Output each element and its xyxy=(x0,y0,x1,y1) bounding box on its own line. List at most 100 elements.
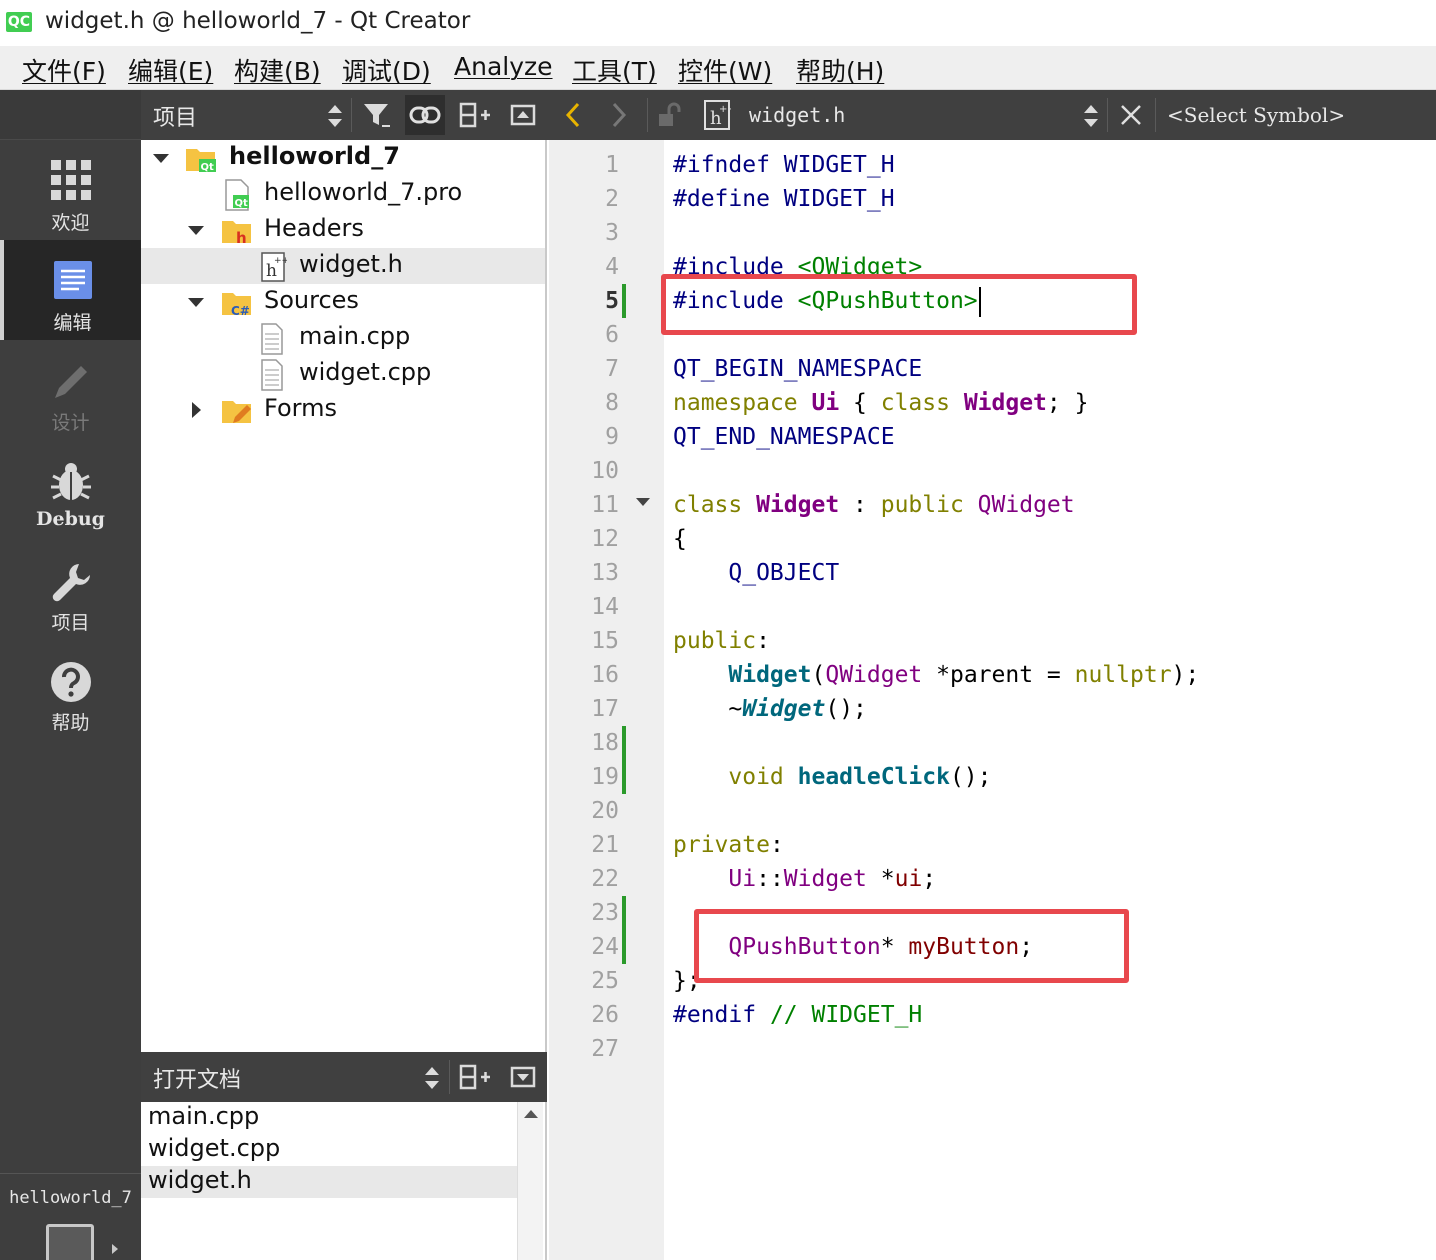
chevron-left-icon xyxy=(565,102,580,128)
code-token: : xyxy=(756,628,770,654)
back-button[interactable] xyxy=(553,95,593,135)
code-token: *parent = xyxy=(922,662,1075,688)
unlock-icon xyxy=(659,102,681,126)
collapse-panel-icon xyxy=(510,1066,536,1088)
annotation-box-include xyxy=(661,274,1137,335)
split-button[interactable] xyxy=(455,95,495,135)
mode-help[interactable]: 帮助 xyxy=(0,640,141,740)
scroll-up-icon[interactable] xyxy=(524,1110,538,1118)
code-line: #define WIDGET_H xyxy=(673,182,895,216)
close-panel-button[interactable] xyxy=(503,95,543,135)
mode-projects[interactable]: 项目 xyxy=(0,540,141,640)
tree-item-widget-cpp[interactable]: widget.cpp xyxy=(141,356,545,392)
code-token: Widget xyxy=(949,390,1047,416)
code-token: Ui xyxy=(673,866,757,892)
open-documents-title[interactable]: 打开文档 xyxy=(153,1062,241,1094)
code-token: private xyxy=(673,832,770,858)
qt-project-folder-icon: Qt xyxy=(186,149,216,173)
pro-file-icon: Qt xyxy=(225,179,249,211)
menu-analyze[interactable]: Analyze xyxy=(454,52,553,81)
scrollbar[interactable] xyxy=(517,1102,543,1260)
code-token: public xyxy=(866,492,964,518)
mode-debug[interactable]: Debug xyxy=(0,440,141,540)
open-doc-item[interactable]: main.cpp xyxy=(141,1102,519,1134)
code-token: ; xyxy=(922,866,937,892)
symbol-selector[interactable]: <Select Symbol> xyxy=(1167,103,1345,127)
svg-text:++: ++ xyxy=(719,104,731,115)
toolbar-separator xyxy=(1107,98,1108,132)
updown-arrows-icon[interactable] xyxy=(1083,103,1099,129)
mode-welcome[interactable]: 欢迎 xyxy=(0,140,141,240)
tree-label: helloworld_7.pro xyxy=(264,178,463,206)
updown-arrows-icon[interactable] xyxy=(327,103,343,129)
forward-button[interactable] xyxy=(599,95,639,135)
menu-debug[interactable]: 调试(D) xyxy=(342,52,431,88)
close-icon xyxy=(1121,105,1141,125)
code-line: ~Widget(); xyxy=(673,692,867,726)
line-number: 20 xyxy=(591,798,619,824)
toolbar-separator xyxy=(1155,98,1156,132)
open-doc-item[interactable]: widget.h xyxy=(141,1166,519,1198)
expand-arrow-icon[interactable] xyxy=(188,226,204,235)
line-number: 14 xyxy=(591,594,619,620)
sources-folder-icon: C# xyxy=(222,293,251,317)
mode-label-edit: 编辑 xyxy=(53,312,92,334)
line-number: 24 xyxy=(591,934,619,960)
code-token: #define xyxy=(673,186,770,212)
menu-build[interactable]: 构建(B) xyxy=(234,52,321,88)
open-doc-label: widget.cpp xyxy=(148,1134,281,1162)
code-token: Widget xyxy=(673,662,812,688)
expand-arrow-icon[interactable] xyxy=(188,298,204,307)
fold-arrow-icon[interactable] xyxy=(636,498,650,506)
tree-item-pro-file[interactable]: Qt helloworld_7.pro xyxy=(141,176,545,212)
line-number: 18 xyxy=(591,730,619,756)
line-number-current: 5 xyxy=(605,288,619,314)
mode-label-design: 设计 xyxy=(51,412,90,434)
close-panel-button[interactable] xyxy=(503,1057,543,1097)
open-doc-item[interactable]: widget.cpp xyxy=(141,1134,519,1166)
tree-item-project[interactable]: Qt helloworld_7 xyxy=(141,140,545,176)
svg-text:C#: C# xyxy=(231,304,250,317)
filter-button[interactable] xyxy=(357,95,397,135)
line-number: 9 xyxy=(605,424,619,450)
tree-item-forms[interactable]: Forms xyxy=(141,392,545,428)
tree-item-sources[interactable]: C# Sources xyxy=(141,284,545,320)
split-button[interactable] xyxy=(455,1057,495,1097)
tree-item-widget-h[interactable]: h ++ widget.h xyxy=(141,248,545,284)
menu-controls[interactable]: 控件(W) xyxy=(678,52,772,88)
menu-file[interactable]: 文件(F) xyxy=(22,52,106,88)
code-token: :: xyxy=(756,866,784,892)
code-token: Ui xyxy=(797,390,840,416)
code-token: WIDGET_H xyxy=(769,152,895,178)
wrench-icon xyxy=(52,564,90,602)
code-token: Widget xyxy=(742,492,840,518)
mode-design[interactable]: 设计 xyxy=(0,340,141,440)
tree-item-headers[interactable]: h Headers xyxy=(141,212,545,248)
current-file-name[interactable]: widget.h xyxy=(749,103,845,127)
link-editor-button[interactable] xyxy=(405,95,445,135)
code-token: Widget xyxy=(783,866,867,892)
menu-edit[interactable]: 编辑(E) xyxy=(128,52,213,88)
code-token: namespace xyxy=(673,390,798,416)
tree-label: helloworld_7 xyxy=(229,142,400,170)
tree-label: widget.h xyxy=(299,250,403,278)
project-view-select[interactable]: 项目 xyxy=(153,100,197,132)
tree-item-main-cpp[interactable]: main.cpp xyxy=(141,320,545,356)
close-document-button[interactable] xyxy=(1111,95,1151,135)
line-number: 7 xyxy=(605,356,619,382)
updown-arrows-icon[interactable] xyxy=(424,1065,440,1091)
code-line: namespace Ui { class Widget; } xyxy=(673,386,1088,420)
code-line: #ifndef WIDGET_H xyxy=(673,148,895,182)
line-number: 1 xyxy=(605,152,619,178)
expand-arrow-icon[interactable] xyxy=(153,154,169,163)
collapse-arrow-icon[interactable] xyxy=(192,402,201,418)
svg-text:++: ++ xyxy=(274,256,287,266)
bug-icon xyxy=(50,463,91,500)
lock-button[interactable] xyxy=(649,95,689,135)
kit-selector[interactable]: helloworld_7 xyxy=(0,1173,141,1260)
menu-help[interactable]: 帮助(H) xyxy=(796,52,884,88)
mode-edit[interactable]: 编辑 xyxy=(0,240,141,340)
menu-tools[interactable]: 工具(T) xyxy=(572,52,657,88)
code-line: public: xyxy=(673,624,770,658)
line-number: 10 xyxy=(591,458,619,484)
